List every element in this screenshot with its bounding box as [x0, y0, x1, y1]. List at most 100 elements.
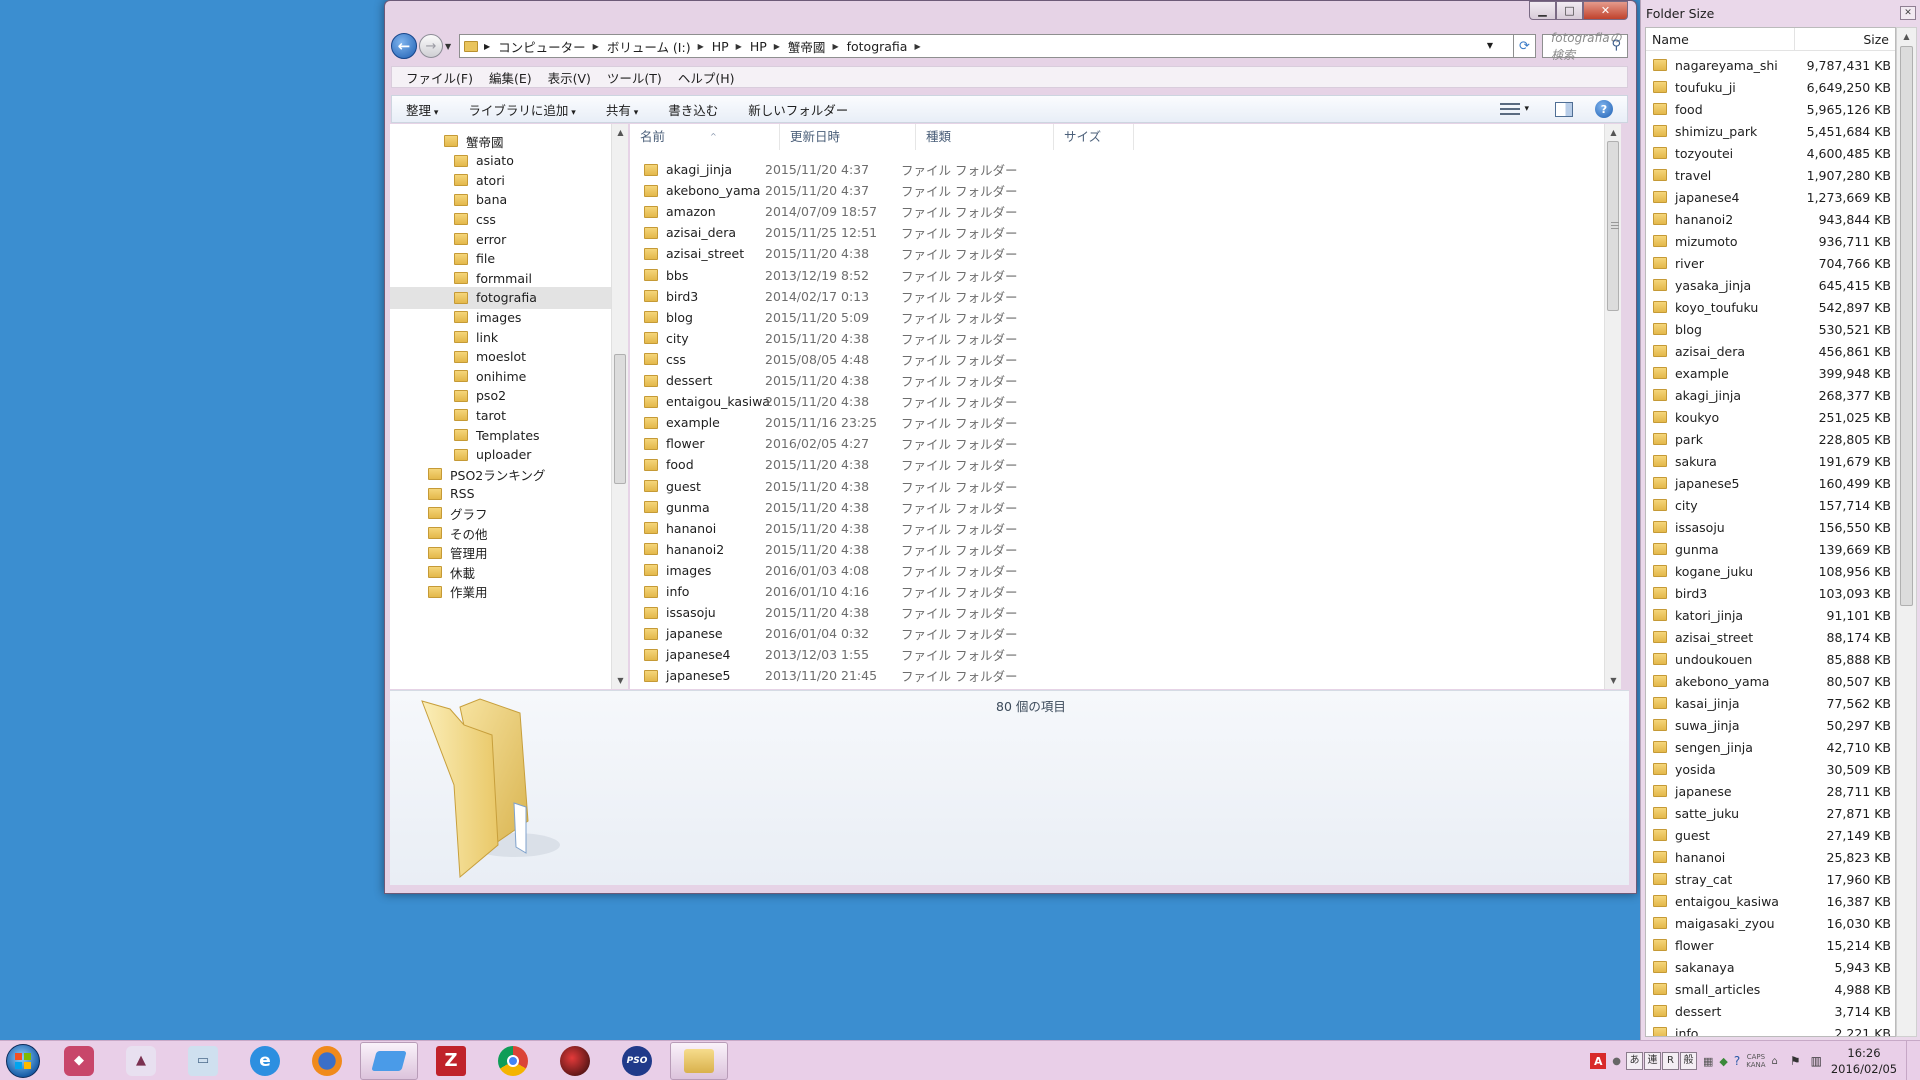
- scroll-thumb[interactable]: [1900, 46, 1913, 606]
- file-row[interactable]: images 2016/01/03 4:08 ファイル フォルダー: [630, 560, 1041, 581]
- folder-size-row[interactable]: maigasaki_zyou 16,030 KB: [1646, 912, 1895, 934]
- file-row[interactable]: hananoi 2015/11/20 4:38 ファイル フォルダー: [630, 518, 1041, 539]
- navigation-scrollbar[interactable]: ▲ ▼: [611, 124, 628, 689]
- folder-size-row[interactable]: issasoju 156,550 KB: [1646, 516, 1895, 538]
- scroll-up-arrow[interactable]: ▲: [1605, 124, 1622, 141]
- folder-size-row[interactable]: japanese4 1,273,669 KB: [1646, 186, 1895, 208]
- file-row[interactable]: guest 2015/11/20 4:38 ファイル フォルダー: [630, 476, 1041, 497]
- folder-size-row[interactable]: bird3 103,093 KB: [1646, 582, 1895, 604]
- preview-pane-icon[interactable]: [1555, 101, 1573, 117]
- file-row[interactable]: hananoi2 2015/11/20 4:38 ファイル フォルダー: [630, 539, 1041, 560]
- file-row[interactable]: flower 2016/02/05 4:27 ファイル フォルダー: [630, 433, 1041, 454]
- taskbar-filezilla[interactable]: Z: [422, 1042, 480, 1080]
- folder-size-row[interactable]: hananoi2 943,844 KB: [1646, 208, 1895, 230]
- breadcrumb-item[interactable]: HP ▶: [708, 39, 746, 54]
- menu-item[interactable]: ツール(T): [607, 68, 662, 87]
- folder-size-row[interactable]: japanese5 160,499 KB: [1646, 472, 1895, 494]
- folder-size-row[interactable]: info 2,221 KB: [1646, 1022, 1895, 1036]
- file-row[interactable]: dessert 2015/11/20 4:38 ファイル フォルダー: [630, 370, 1041, 391]
- notification-flag-icon[interactable]: ⚑: [1790, 1054, 1801, 1068]
- taskbar-explorer[interactable]: [670, 1041, 728, 1080]
- folder-size-row[interactable]: toufuku_ji 6,649,250 KB: [1646, 76, 1895, 98]
- folder-size-row[interactable]: azisai_street 88,174 KB: [1646, 626, 1895, 648]
- file-row[interactable]: city 2015/11/20 4:38 ファイル フォルダー: [630, 328, 1041, 349]
- minimize-button[interactable]: ▁: [1529, 1, 1556, 20]
- scroll-thumb[interactable]: [614, 354, 626, 484]
- menu-item[interactable]: ファイル(F): [406, 68, 473, 87]
- folder-size-row[interactable]: gunma 139,669 KB: [1646, 538, 1895, 560]
- view-dropdown-icon[interactable]: ▾: [1524, 104, 1529, 114]
- back-button[interactable]: ←: [391, 33, 417, 59]
- column-header-type[interactable]: 種類: [916, 124, 1054, 150]
- file-row[interactable]: azisai_dera 2015/11/25 12:51 ファイル フォルダー: [630, 222, 1041, 243]
- forward-button[interactable]: →: [419, 34, 443, 58]
- file-row[interactable]: food 2015/11/20 4:38 ファイル フォルダー: [630, 454, 1041, 475]
- command-button[interactable]: 整理: [406, 100, 438, 119]
- ime-mode-button[interactable]: 連: [1644, 1052, 1661, 1070]
- file-row[interactable]: akebono_yama 2015/11/20 4:37 ファイル フォルダー: [630, 180, 1041, 201]
- menu-item[interactable]: 表示(V): [548, 68, 591, 87]
- folder-size-row[interactable]: japanese 28,711 KB: [1646, 780, 1895, 802]
- folder-size-scrollbar[interactable]: ▲: [1896, 27, 1917, 1037]
- taskbar-pso2[interactable]: PSO: [608, 1042, 666, 1080]
- file-row[interactable]: japanese4 2013/12/03 1:55 ファイル フォルダー: [630, 644, 1041, 665]
- search-icon[interactable]: ⚲: [1611, 38, 1621, 53]
- folder-size-row[interactable]: hananoi 25,823 KB: [1646, 846, 1895, 868]
- scroll-down-arrow[interactable]: ▼: [1605, 672, 1622, 689]
- folder-size-row[interactable]: shimizu_park 5,451,684 KB: [1646, 120, 1895, 142]
- help-icon[interactable]: ?: [1734, 1054, 1740, 1068]
- folder-size-row[interactable]: suwa_jinja 50,297 KB: [1646, 714, 1895, 736]
- chevron-right-icon[interactable]: ▶: [774, 42, 780, 51]
- folder-size-row[interactable]: yasaka_jinja 645,415 KB: [1646, 274, 1895, 296]
- file-row[interactable]: info 2016/01/10 4:16 ファイル フォルダー: [630, 581, 1041, 602]
- taskbar-chrome[interactable]: [484, 1042, 542, 1080]
- folder-size-row[interactable]: sengen_jinja 42,710 KB: [1646, 736, 1895, 758]
- folder-size-row[interactable]: sakanaya 5,943 KB: [1646, 956, 1895, 978]
- file-row[interactable]: azisai_street 2015/11/20 4:38 ファイル フォルダー: [630, 243, 1041, 264]
- scroll-up-arrow[interactable]: ▲: [612, 124, 629, 141]
- file-row[interactable]: japanese 2016/01/04 0:32 ファイル フォルダー: [630, 623, 1041, 644]
- column-header-name[interactable]: Name: [1646, 28, 1796, 51]
- address-dropdown[interactable]: ▼: [1487, 41, 1493, 50]
- folder-size-row[interactable]: yosida 30,509 KB: [1646, 758, 1895, 780]
- tray-dot-icon[interactable]: ●: [1612, 1056, 1621, 1067]
- file-row[interactable]: bird3 2014/02/17 0:13 ファイル フォルダー: [630, 286, 1041, 307]
- refresh-button[interactable]: ⟳: [1514, 34, 1536, 58]
- file-row[interactable]: gunma 2015/11/20 4:38 ファイル フォルダー: [630, 497, 1041, 518]
- taskbar-firefox[interactable]: [298, 1042, 356, 1080]
- command-button[interactable]: 書き込む: [668, 100, 718, 119]
- folder-size-row[interactable]: small_articles 4,988 KB: [1646, 978, 1895, 1000]
- folder-size-row[interactable]: akebono_yama 80,507 KB: [1646, 670, 1895, 692]
- folder-size-row[interactable]: guest 27,149 KB: [1646, 824, 1895, 846]
- file-row[interactable]: example 2015/11/16 23:25 ファイル フォルダー: [630, 412, 1041, 433]
- recent-pages-dropdown[interactable]: ▼: [445, 42, 457, 51]
- scroll-up-arrow[interactable]: ▲: [1897, 28, 1916, 45]
- folder-size-row[interactable]: example 399,948 KB: [1646, 362, 1895, 384]
- folder-size-row[interactable]: flower 15,214 KB: [1646, 934, 1895, 956]
- file-row[interactable]: blog 2015/11/20 5:09 ファイル フォルダー: [630, 307, 1041, 328]
- close-button[interactable]: ✕: [1583, 1, 1628, 20]
- file-row[interactable]: amazon 2014/07/09 18:57 ファイル フォルダー: [630, 201, 1041, 222]
- folder-size-row[interactable]: nagareyama_shi 9,787,431 KB: [1646, 54, 1895, 76]
- folder-size-row[interactable]: akagi_jinja 268,377 KB: [1646, 384, 1895, 406]
- chevron-right-icon[interactable]: ▶: [698, 42, 704, 51]
- ime-mode-button[interactable]: 般: [1680, 1052, 1697, 1070]
- ime-settings-icon[interactable]: ▦: [1703, 1055, 1713, 1068]
- address-bar[interactable]: ▶ コンピューター ▶ ボリューム (I:) ▶ HP ▶ HP ▶ 蟹帝國 ▶ fotografi…: [459, 34, 1514, 58]
- folder-size-row[interactable]: sakura 191,679 KB: [1646, 450, 1895, 472]
- file-row[interactable]: entaigou_kasiwa 2015/11/20 4:38 ファイル フォルダー: [630, 391, 1041, 412]
- folder-size-row[interactable]: park 228,805 KB: [1646, 428, 1895, 450]
- folder-size-row[interactable]: satte_juku 27,871 KB: [1646, 802, 1895, 824]
- ime-mode-button[interactable]: R: [1662, 1052, 1679, 1070]
- breadcrumb-item[interactable]: ボリューム (I:) ▶: [603, 37, 708, 56]
- show-desktop-button[interactable]: [1906, 1041, 1920, 1080]
- maximize-button[interactable]: □: [1556, 1, 1583, 20]
- folder-size-row[interactable]: azisai_dera 456,861 KB: [1646, 340, 1895, 362]
- file-row[interactable]: css 2015/08/05 4:48 ファイル フォルダー: [630, 349, 1041, 370]
- folder-size-row[interactable]: stray_cat 17,960 KB: [1646, 868, 1895, 890]
- folder-size-row[interactable]: undoukouen 85,888 KB: [1646, 648, 1895, 670]
- chevron-right-icon[interactable]: ▶: [832, 42, 838, 51]
- taskbar-app-red[interactable]: [546, 1042, 604, 1080]
- folder-size-row[interactable]: koukyo 251,025 KB: [1646, 406, 1895, 428]
- start-button[interactable]: [0, 1041, 46, 1080]
